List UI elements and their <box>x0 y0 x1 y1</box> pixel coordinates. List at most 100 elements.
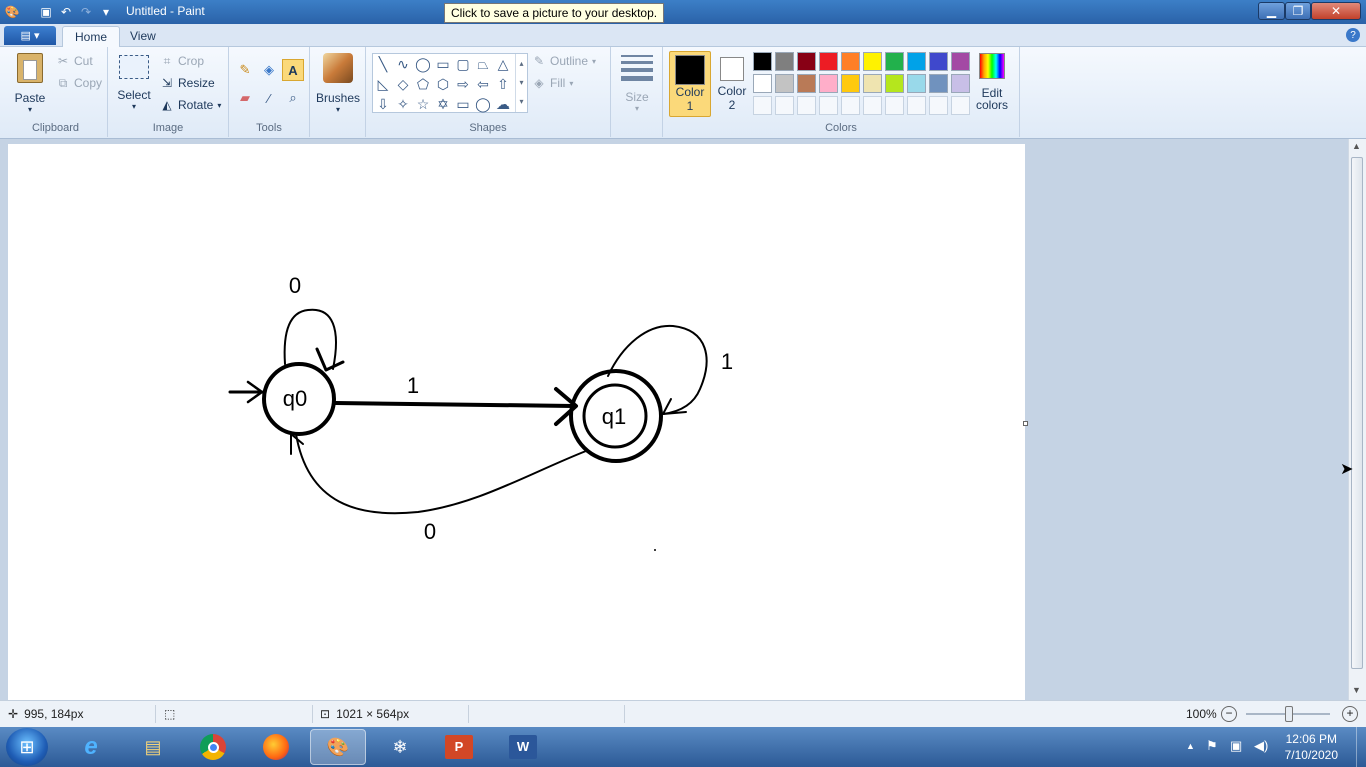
palette-empty-swatch[interactable] <box>863 96 882 115</box>
paint-app-icon[interactable]: 🎨 <box>4 4 20 20</box>
palette-swatch[interactable] <box>775 52 794 71</box>
down-arrow-shape-icon[interactable]: ⇩ <box>373 94 393 114</box>
diamond-shape-icon[interactable]: ◇ <box>393 74 413 94</box>
palette-swatch[interactable] <box>907 52 926 71</box>
triangle-shape-icon[interactable]: △ <box>493 54 513 74</box>
shapes-scroll[interactable]: ▴ ▾ ▾ <box>515 54 527 112</box>
edit-colors-button[interactable]: Edit colors <box>975 53 1009 111</box>
action-center-flag-icon[interactable]: ⚑ <box>1206 738 1218 754</box>
scroll-thumb[interactable] <box>1351 157 1363 669</box>
close-button[interactable]: ✕ <box>1311 2 1361 20</box>
minimize-button[interactable]: ▁ <box>1258 2 1285 20</box>
palette-swatch[interactable] <box>819 74 838 93</box>
palette-swatch[interactable] <box>819 52 838 71</box>
rotate-button[interactable]: ◭ Rotate ▾ <box>160 98 221 112</box>
volume-icon[interactable]: ◀) <box>1254 738 1268 754</box>
fill-button[interactable]: ◈ Fill ▾ <box>532 76 573 90</box>
palette-swatch[interactable] <box>775 74 794 93</box>
copy-button[interactable]: ⧉ Copy <box>56 76 102 90</box>
palette-empty-swatch[interactable] <box>885 96 904 115</box>
palette-swatch[interactable] <box>885 52 904 71</box>
palette-swatch[interactable] <box>753 52 772 71</box>
right-triangle-shape-icon[interactable]: ◺ <box>373 74 393 94</box>
redo-icon[interactable]: ↷ <box>78 4 94 20</box>
oval-shape-icon[interactable]: ◯ <box>413 54 433 74</box>
taskbar-powerpoint-icon[interactable]: P <box>431 729 487 765</box>
palette-empty-swatch[interactable] <box>907 96 926 115</box>
brushes-button[interactable]: Brushes ▾ <box>316 53 360 114</box>
cloud-callout-icon[interactable]: ☁ <box>493 94 513 114</box>
palette-swatch[interactable] <box>863 74 882 93</box>
polygon-shape-icon[interactable]: ⏢ <box>473 54 493 74</box>
color1-button[interactable]: Color 1 <box>669 51 711 117</box>
show-desktop-button[interactable] <box>1356 727 1366 767</box>
maximize-button[interactable]: ❐ <box>1285 2 1311 20</box>
start-button[interactable]: ⊞ <box>6 728 48 766</box>
zoom-in-icon[interactable]: + <box>1342 706 1358 722</box>
taskbar-paint-icon[interactable]: 🎨 <box>310 729 366 765</box>
clock[interactable]: 12:06 PM 7/10/2020 <box>1285 731 1338 763</box>
palette-swatch[interactable] <box>907 74 926 93</box>
outline-button[interactable]: ✎ Outline ▾ <box>532 54 596 68</box>
five-point-star-icon[interactable]: ☆ <box>413 94 433 114</box>
eraser-icon[interactable]: ▰ <box>234 87 256 109</box>
line-shape-icon[interactable]: ╲ <box>373 54 393 74</box>
taskbar-firefox-icon[interactable] <box>248 729 304 765</box>
palette-swatch[interactable] <box>863 52 882 71</box>
tray-expand-icon[interactable]: ▲ <box>1186 741 1195 751</box>
crop-button[interactable]: ⌗ Crop <box>160 54 204 68</box>
palette-empty-swatch[interactable] <box>819 96 838 115</box>
curve-shape-icon[interactable]: ∿ <box>393 54 413 74</box>
save-icon[interactable]: ▣ <box>38 4 54 20</box>
taskbar-snowflake-app-icon[interactable]: ❄ <box>372 729 428 765</box>
palette-swatch[interactable] <box>885 74 904 93</box>
palette-swatch[interactable] <box>841 52 860 71</box>
palette-swatch[interactable] <box>841 74 860 93</box>
magnifier-icon[interactable]: ⌕ <box>282 87 304 109</box>
size-button[interactable]: Size ▾ <box>619 55 655 113</box>
undo-icon[interactable]: ↶ <box>58 4 74 20</box>
palette-empty-swatch[interactable] <box>929 96 948 115</box>
palette-swatch[interactable] <box>929 74 948 93</box>
network-icon[interactable]: ▣ <box>1230 738 1242 754</box>
paste-button[interactable]: Paste ▾ <box>10 53 50 114</box>
text-tool-icon[interactable]: A <box>282 59 304 81</box>
palette-empty-swatch[interactable] <box>775 96 794 115</box>
palette-swatch[interactable] <box>753 74 772 93</box>
cut-button[interactable]: ✂ Cut <box>56 54 93 68</box>
palette-swatch[interactable] <box>797 74 816 93</box>
rounded-rect-shape-icon[interactable]: ▢ <box>453 54 473 74</box>
pencil-icon[interactable]: ✎ <box>234 59 256 81</box>
palette-swatch[interactable] <box>929 52 948 71</box>
pentagon-shape-icon[interactable]: ⬠ <box>413 74 433 94</box>
rect-callout-icon[interactable]: ▭ <box>453 94 473 114</box>
zoom-slider-thumb[interactable] <box>1285 706 1293 722</box>
left-arrow-shape-icon[interactable]: ⇦ <box>473 74 493 94</box>
drawing-canvas[interactable]: q0 q1 0 1 1 0 <box>8 144 1025 700</box>
rectangle-shape-icon[interactable]: ▭ <box>433 54 453 74</box>
six-point-star-icon[interactable]: ✡ <box>433 94 453 114</box>
vertical-scrollbar[interactable]: ▲ ▼ <box>1348 139 1366 700</box>
help-icon[interactable]: ? <box>1346 28 1360 42</box>
color2-button[interactable]: Color 2 <box>713 51 751 117</box>
scroll-up-icon[interactable]: ▲ <box>1352 141 1361 151</box>
taskbar-file-explorer-icon[interactable]: ▤ <box>125 729 181 765</box>
tab-home[interactable]: Home <box>62 26 121 47</box>
scroll-down-icon[interactable]: ▼ <box>1352 685 1361 695</box>
zoom-out-icon[interactable]: − <box>1221 706 1237 722</box>
palette-swatch[interactable] <box>951 52 970 71</box>
hexagon-shape-icon[interactable]: ⬡ <box>433 74 453 94</box>
canvas-resize-handle[interactable] <box>1023 421 1028 426</box>
palette-empty-swatch[interactable] <box>951 96 970 115</box>
paint-menu-button[interactable]: ▤ ▾ <box>4 26 56 45</box>
palette-swatch[interactable] <box>951 74 970 93</box>
customize-qat-icon[interactable]: ▾ <box>98 4 114 20</box>
palette-empty-swatch[interactable] <box>797 96 816 115</box>
select-button[interactable]: Select ▾ <box>116 55 152 111</box>
fill-bucket-icon[interactable]: ◈ <box>258 59 280 81</box>
color-picker-icon[interactable]: ⁄ <box>258 87 280 109</box>
palette-empty-swatch[interactable] <box>753 96 772 115</box>
right-arrow-shape-icon[interactable]: ⇨ <box>453 74 473 94</box>
resize-button[interactable]: ⇲ Resize <box>160 76 215 90</box>
four-point-star-icon[interactable]: ✧ <box>393 94 413 114</box>
